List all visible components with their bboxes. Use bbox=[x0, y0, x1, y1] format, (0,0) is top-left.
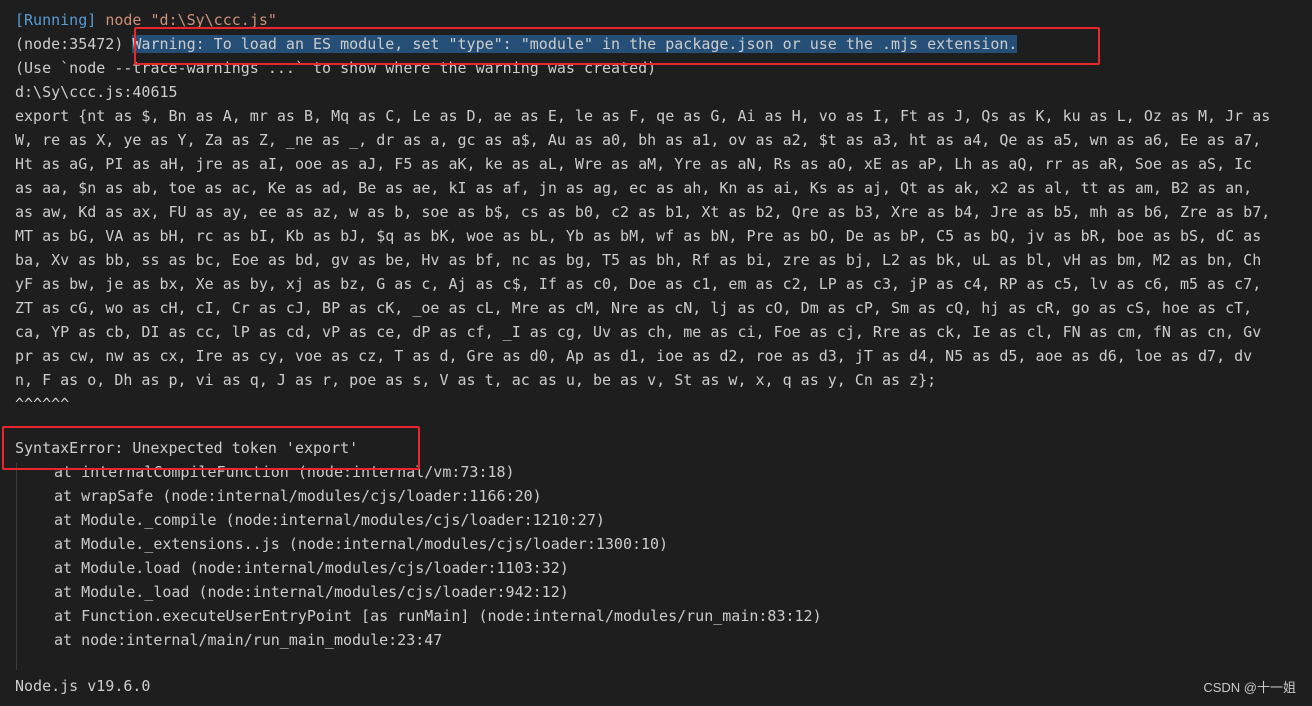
caret-marker: ^^^^^^ bbox=[15, 395, 70, 413]
stack-frame: at Module._compile (node:internal/module… bbox=[54, 511, 605, 529]
export-line: pr as cw, nw as cx, Ire as cy, voe as cz… bbox=[15, 347, 1253, 365]
export-line: W, re as X, ye as Y, Za as Z, _ne as _, … bbox=[15, 131, 1262, 149]
run-status: [Running] bbox=[15, 11, 97, 29]
export-line: n, F as o, Dh as p, vi as q, J as r, poe… bbox=[15, 371, 937, 389]
node-version: Node.js v19.6.0 bbox=[15, 677, 151, 695]
export-line: as aa, $n as ab, toe as ac, Ke as ad, Be… bbox=[15, 179, 1253, 197]
trace-hint-line: (Use `node --trace-warnings ...` to show… bbox=[15, 59, 657, 77]
stack-frame: at Function.executeUserEntryPoint [as ru… bbox=[54, 607, 822, 625]
stack-frame: at Module._load (node:internal/modules/c… bbox=[54, 583, 569, 601]
export-line: Ht as aG, PI as aH, jre as aI, ooe as aJ… bbox=[15, 155, 1253, 173]
indent-guide bbox=[16, 463, 17, 670]
error-message: SyntaxError: Unexpected token 'export' bbox=[15, 439, 359, 457]
export-line: export {nt as $, Bn as A, mr as B, Mq as… bbox=[15, 107, 1271, 125]
export-line: ZT as cG, wo as cH, cI, Cr as cJ, BP as … bbox=[15, 299, 1253, 317]
stack-frame: at node:internal/main/run_main_module:23… bbox=[54, 631, 443, 649]
stack-frame: at wrapSafe (node:internal/modules/cjs/l… bbox=[54, 487, 542, 505]
export-line: ba, Xv as bb, ss as bc, Eoe as bd, gv as… bbox=[15, 251, 1262, 269]
export-line: as aw, Kd as ax, FU as ay, ee as az, w a… bbox=[15, 203, 1271, 221]
warning-message[interactable]: Warning: To load an ES module, set "type… bbox=[132, 35, 1018, 53]
warning-process-id: (node:35472) bbox=[15, 35, 133, 53]
run-status-line: [Running] node "d:\Sy\ccc.js" bbox=[15, 8, 1312, 32]
run-command: node "d:\Sy\ccc.js" bbox=[105, 11, 277, 29]
stack-frame: at Module.load (node:internal/modules/cj… bbox=[54, 559, 569, 577]
stack-frame: at internalCompileFunction (node:interna… bbox=[54, 463, 515, 481]
warning-line: (node:35472) Warning: To load an ES modu… bbox=[15, 32, 1312, 56]
export-line: MT as bG, VA as bH, rc as bI, Kb as bJ, … bbox=[15, 227, 1262, 245]
stack-frame: at Module._extensions..js (node:internal… bbox=[54, 535, 669, 553]
csdn-watermark: CSDN @十一姐 bbox=[1203, 680, 1296, 695]
file-location-line: d:\Sy\ccc.js:40615 bbox=[15, 83, 178, 101]
export-line: ca, YP as cb, DI as cc, lP as cd, vP as … bbox=[15, 323, 1262, 341]
export-line: yF as bw, je as bx, Xe as by, xj as bz, … bbox=[15, 275, 1262, 293]
